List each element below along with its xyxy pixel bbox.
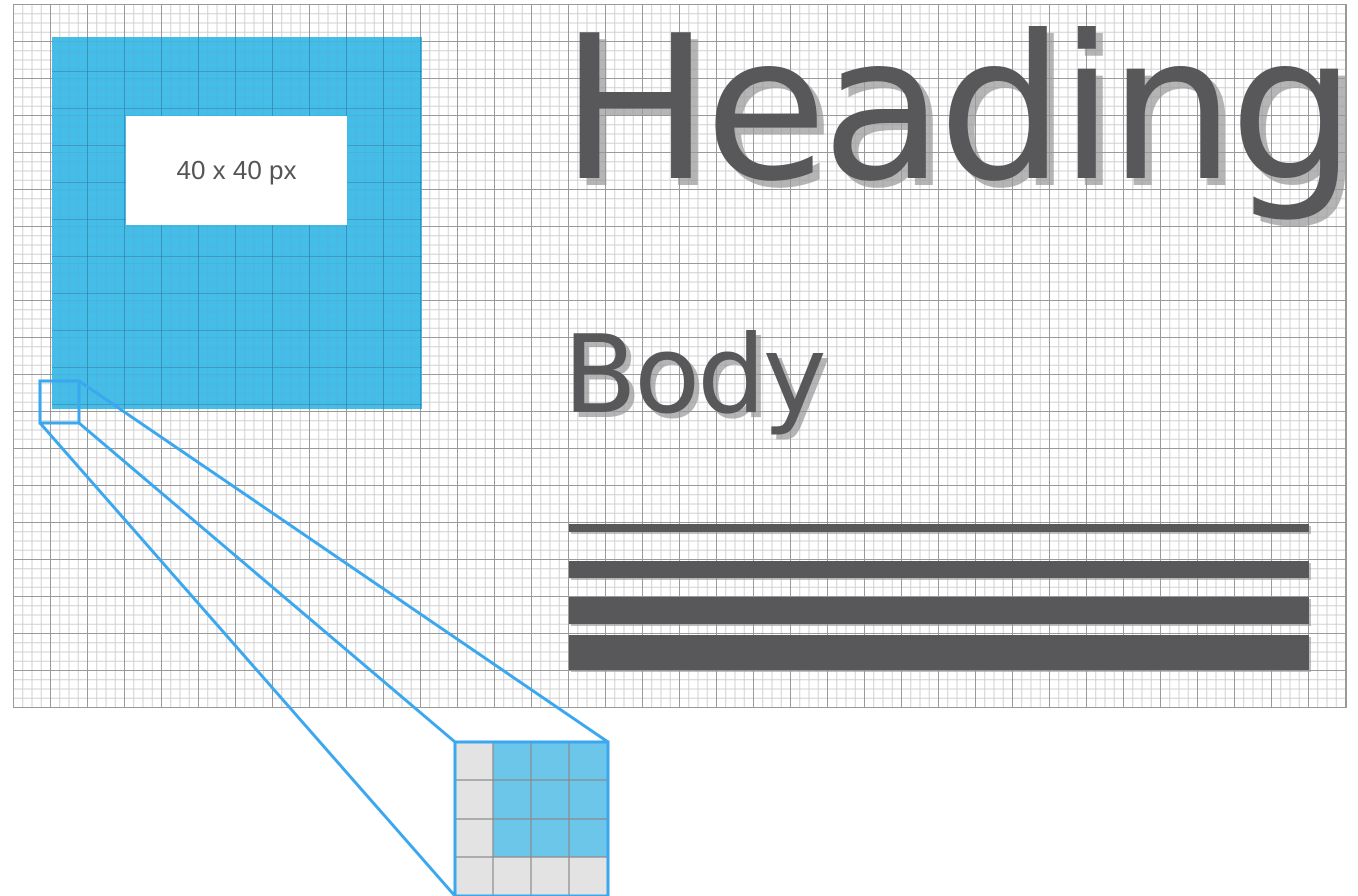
zoom-magnifier-diagram [38,379,610,896]
zoom-inset-blue-pixels [493,742,608,857]
zoom-inset [453,740,610,896]
zoom-source-box [38,379,81,425]
